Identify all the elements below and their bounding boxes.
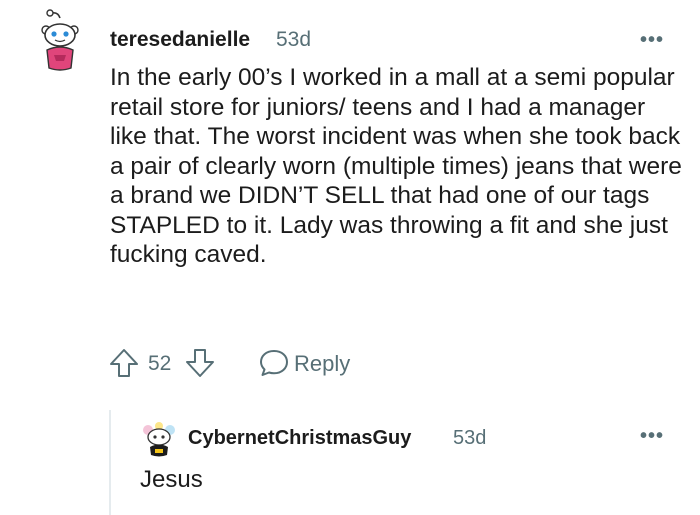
comment-timestamp[interactable]: 53d <box>276 28 311 52</box>
arrow-down-icon[interactable] <box>184 347 216 379</box>
reply-body: Jesus <box>140 466 203 493</box>
speech-bubble-icon[interactable] <box>258 348 290 378</box>
thread-line[interactable] <box>109 410 111 515</box>
ellipsis-icon[interactable]: ••• <box>640 29 664 52</box>
reply-button[interactable]: Reply <box>294 351 350 377</box>
avatar[interactable] <box>30 8 90 74</box>
comment-body: In the early 00’s I worked in a mall at … <box>110 64 682 268</box>
vote-count: 52 <box>148 352 172 375</box>
reply-timestamp[interactable]: 53d <box>453 427 486 450</box>
comment-thread: teresedanielle 53d ••• In the early 00’s… <box>0 0 700 515</box>
reply-author[interactable]: CybernetChristmasGuy <box>188 427 411 450</box>
ellipsis-icon[interactable]: ••• <box>640 425 664 448</box>
avatar[interactable] <box>140 420 178 458</box>
comment-author[interactable]: teresedanielle <box>110 28 250 52</box>
arrow-up-icon[interactable] <box>108 347 140 379</box>
